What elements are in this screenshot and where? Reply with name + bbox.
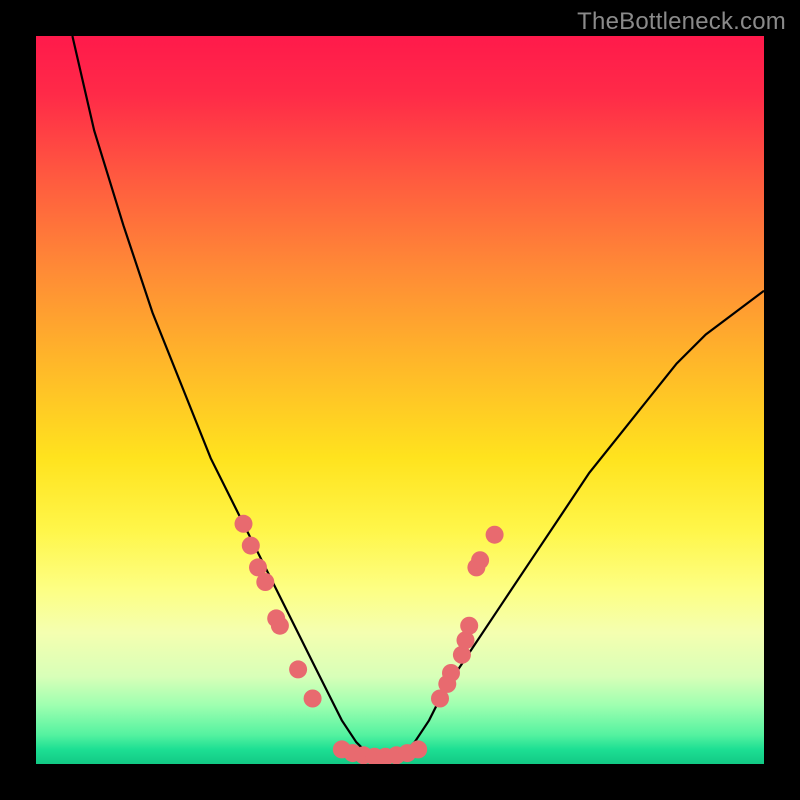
data-dot (242, 537, 260, 555)
watermark-label: TheBottleneck.com (577, 8, 786, 36)
data-dot (442, 664, 460, 682)
data-dot (289, 660, 307, 678)
data-dot (409, 740, 427, 758)
data-dot (460, 617, 478, 635)
data-dot (471, 551, 489, 569)
data-dot (304, 690, 322, 708)
data-dot (486, 526, 504, 544)
chart-svg (36, 36, 764, 764)
bottleneck-curve (72, 36, 764, 760)
data-dot (235, 515, 253, 533)
data-dots (235, 515, 504, 764)
data-dot (271, 617, 289, 635)
chart-frame: TheBottleneck.com (0, 0, 800, 800)
chart-plot-area (36, 36, 764, 764)
data-dot (256, 573, 274, 591)
